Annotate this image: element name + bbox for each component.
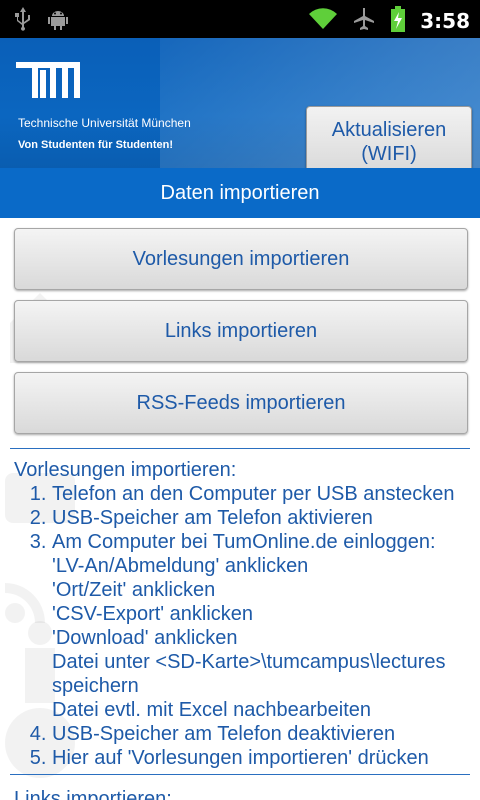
instruction-step: Hier auf 'Vorlesungen importieren' drück… — [52, 746, 474, 770]
main-content: Vorlesungen importieren Links importiere… — [0, 218, 480, 800]
instruction-substep: 'Download' anklicken — [52, 627, 238, 649]
refresh-button-label: Aktualisieren — [331, 119, 447, 141]
instruction-substep: 'LV-An/Abmeldung' anklicken — [52, 555, 309, 577]
instruction-substep: 'Ort/Zeit' anklicken — [52, 579, 216, 601]
lecture-instructions: Vorlesungen importieren: Telefon an den … — [14, 458, 474, 770]
instruction-step: Am Computer bei TumOnline.de einloggen: … — [52, 530, 474, 722]
import-lectures-button[interactable]: Vorlesungen importieren — [14, 228, 468, 290]
instruction-substep: 'CSV-Export' anklicken — [52, 603, 254, 625]
divider — [10, 774, 470, 775]
airplane-icon — [352, 7, 376, 35]
wifi-icon — [308, 7, 338, 35]
instruction-substep: Datei unter <SD-Karte>\tumcampus\lecture… — [52, 651, 446, 697]
import-rss-button[interactable]: RSS-Feeds importieren — [14, 372, 468, 434]
instructions-heading: Vorlesungen importieren: — [14, 459, 237, 481]
links-instructions-heading: Links importieren: — [14, 788, 172, 800]
page-title: Daten importieren — [160, 182, 320, 204]
instruction-step-text: Am Computer bei TumOnline.de einloggen: — [52, 531, 436, 553]
battery-charging-icon — [390, 6, 406, 36]
import-links-button[interactable]: Links importieren — [14, 300, 468, 362]
instruction-step: Telefon an den Computer per USB anstecke… — [52, 482, 474, 506]
university-name: Technische Universität München — [18, 116, 191, 130]
header-banner: Technische Universität München Von Stude… — [0, 38, 480, 168]
status-time: 3:58 — [420, 9, 470, 33]
instruction-substep: Datei evtl. mit Excel nachbearbeiten — [52, 699, 372, 721]
slogan: Von Studenten für Studenten! — [18, 139, 174, 151]
android-debug-icon — [46, 7, 70, 35]
refresh-wifi-button[interactable]: Aktualisieren (WIFI) — [306, 106, 472, 168]
usb-icon — [14, 7, 32, 35]
instruction-step: USB-Speicher am Telefon aktivieren — [52, 506, 474, 530]
tum-logo — [16, 62, 80, 112]
instruction-step: USB-Speicher am Telefon deaktivieren — [52, 722, 474, 746]
status-bar: 3:58 — [0, 0, 480, 38]
title-bar: Daten importieren — [0, 168, 480, 218]
divider — [10, 448, 470, 449]
refresh-button-sublabel: (WIFI) — [361, 143, 417, 165]
